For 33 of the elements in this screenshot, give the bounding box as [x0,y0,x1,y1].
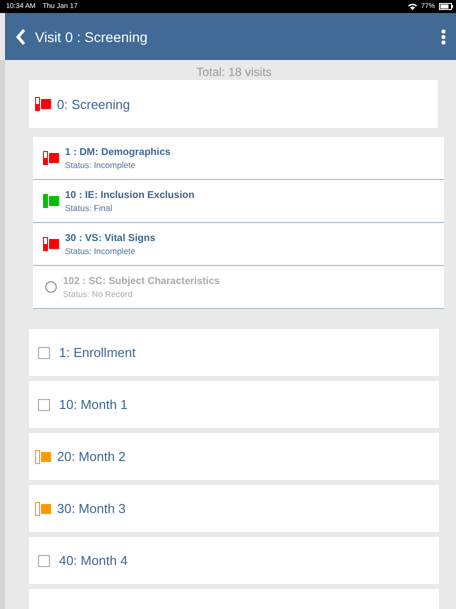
visit-label: 1: Enrollment [59,345,136,360]
visit-card[interactable]: 10: Month 1 [29,381,439,428]
back-icon[interactable] [16,28,26,45]
form-title: 1 : DM: Demographics [65,146,171,158]
form-status: Status: Incomplete [65,160,136,170]
wifi-icon [408,3,417,10]
more-icon[interactable] [441,28,446,45]
form-row[interactable]: 1 : DM: Demographics Status: Incomplete [33,137,444,180]
form-status: Status: Final [65,202,114,212]
form-title: 102 : SC: Subject Characteristics [63,276,220,286]
checkbox-icon [38,398,50,410]
visit-card[interactable]: 40: Month 4 [29,537,439,584]
visit-card[interactable]: 30: Month 3 [29,485,439,532]
form-title: 30 : VS: Vital Signs [65,232,156,244]
battery-icon [439,3,453,10]
visit-label: 30: Month 3 [57,501,126,516]
form-status: Status: No Record [63,288,134,298]
visit-label: 40: Month 4 [59,553,128,568]
visit-card[interactable]: 20: Month 2 [29,433,439,480]
checkbox-icon [38,554,50,566]
visit-label: 20: Month 2 [57,449,126,464]
form-status: Status: Incomplete [65,246,136,256]
form-row[interactable]: 30 : VS: Vital Signs Status: Incomplete [33,223,444,266]
visit-card[interactable]: 0: Screening [29,80,438,128]
form-row[interactable]: 10 : IE: Inclusion Exclusion Status: Final [33,180,444,223]
form-title: 10 : IE: Inclusion Exclusion [65,190,194,200]
visit-label: 10: Month 1 [59,397,128,412]
visit-card[interactable]: 1: Enrollment [29,329,439,376]
total-visits: Total: 18 visits [195,64,273,80]
screen-title: Visit 0 : Screening [35,28,148,45]
checkbox-icon [38,346,50,358]
visit-label: 0: Screening [57,96,130,112]
circle-icon [45,281,57,293]
